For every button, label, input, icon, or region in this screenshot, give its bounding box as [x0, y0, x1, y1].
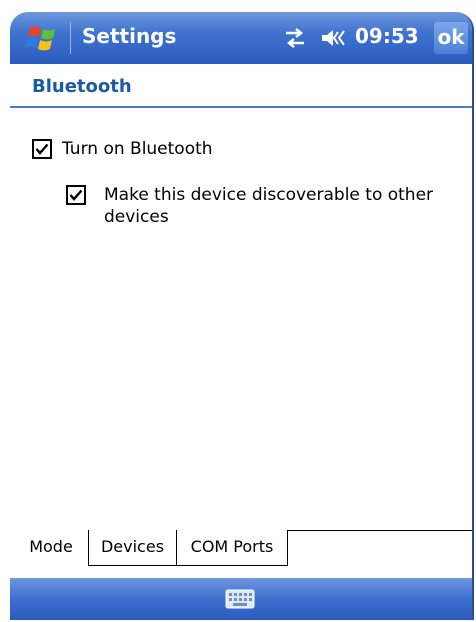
discoverable-option[interactable]: Make this device discoverable to other d… [66, 174, 466, 227]
discoverable-label-line1: Make this device discoverable to other [104, 185, 434, 205]
tab-strip: Mode Devices COM Ports [10, 530, 472, 578]
windows-flag-icon[interactable] [24, 22, 62, 54]
ok-button[interactable]: ok [434, 22, 468, 54]
title-separator [70, 22, 71, 54]
header-divider [10, 106, 472, 108]
tab-com-ports[interactable]: COM Ports [177, 530, 288, 566]
menu-bar [10, 578, 472, 620]
checkmark-icon [35, 143, 49, 155]
turn-on-bluetooth-label: Turn on Bluetooth [62, 139, 213, 159]
turn-on-bluetooth-checkbox[interactable] [32, 139, 52, 159]
speaker-muted-icon[interactable] [320, 26, 348, 50]
keyboard-icon[interactable] [225, 588, 255, 610]
page-header: Bluetooth [10, 64, 472, 110]
connectivity-arrows-icon[interactable] [282, 26, 308, 50]
tab-mode[interactable]: Mode [14, 530, 89, 566]
discoverable-checkbox[interactable] [66, 185, 86, 205]
discoverable-label-line2: devices [104, 207, 169, 227]
title-bar: Settings 09:53 ok [10, 12, 472, 64]
bluetooth-settings-content: Turn on Bluetooth Make this device disco… [10, 110, 472, 530]
checkmark-icon [69, 189, 83, 201]
tab-devices[interactable]: Devices [89, 530, 177, 566]
page-title: Bluetooth [32, 76, 132, 97]
turn-on-bluetooth-option[interactable]: Turn on Bluetooth [32, 138, 452, 164]
clock[interactable]: 09:53 [355, 24, 419, 48]
device-screen: Settings 09:53 ok Bluetooth Turn on Blue… [10, 12, 474, 620]
app-title: Settings [82, 24, 177, 48]
